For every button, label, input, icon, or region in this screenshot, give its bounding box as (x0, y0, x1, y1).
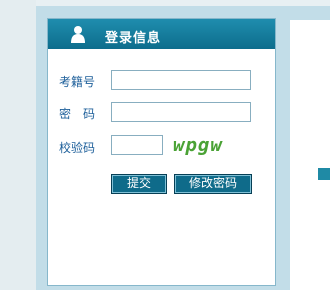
user-icon (71, 26, 85, 43)
exam-id-label: 考籍号 (59, 75, 96, 89)
password-label: 密 码 (59, 107, 96, 121)
change-password-button[interactable]: 修改密码 (174, 174, 252, 194)
captcha-image[interactable]: wpgw (173, 134, 239, 158)
right-panel (290, 20, 330, 290)
captcha-label: 校验码 (59, 141, 96, 155)
login-panel: 登录信息 考籍号 密 码 校验码 wpgw 提交 修改密码 (47, 18, 276, 286)
password-input[interactable] (111, 102, 251, 122)
login-panel-title: 登录信息 (105, 31, 162, 46)
left-strip (0, 0, 36, 290)
exam-id-input[interactable] (111, 70, 251, 90)
login-panel-header: 登录信息 (48, 19, 275, 49)
submit-button[interactable]: 提交 (111, 174, 167, 194)
nav-marker (318, 168, 330, 180)
captcha-input[interactable] (111, 135, 163, 155)
